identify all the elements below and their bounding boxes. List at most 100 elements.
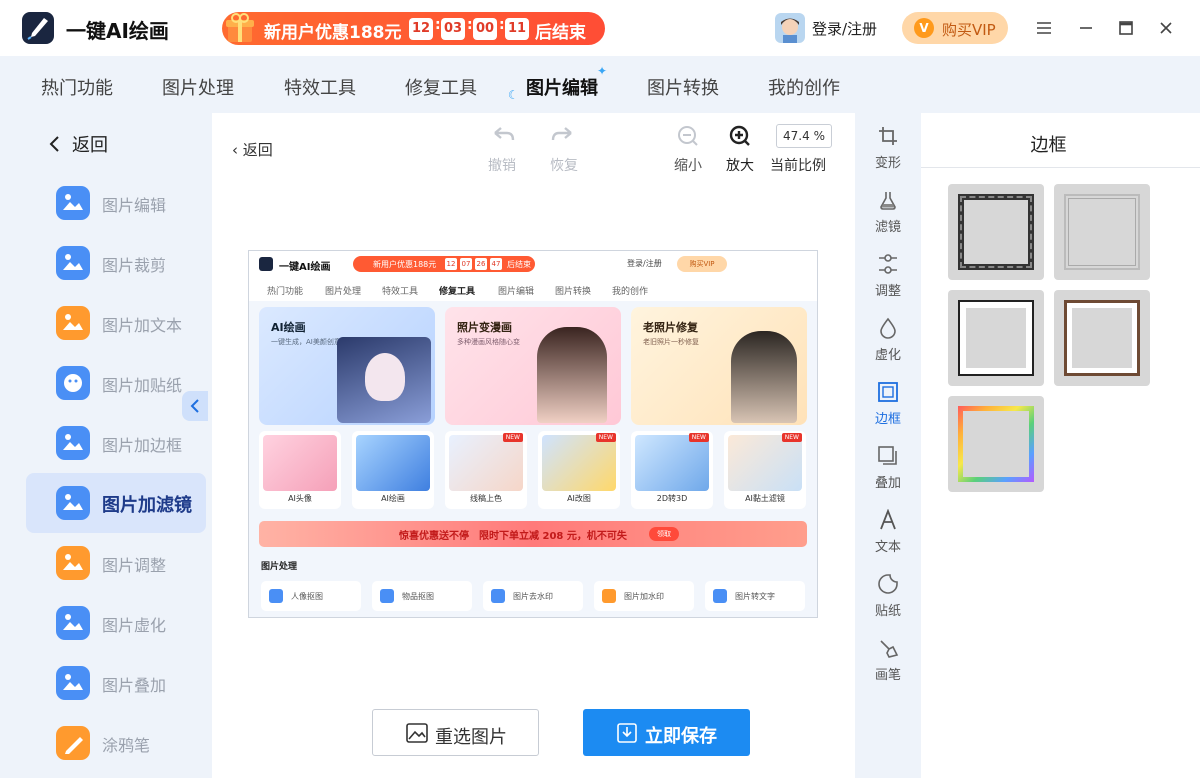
tool-label: 变形 bbox=[874, 156, 901, 171]
tab-my-creations[interactable]: 我的创作 bbox=[768, 74, 840, 100]
sidebar-item-image-blur[interactable]: 图片虚化 bbox=[26, 593, 206, 653]
crop-icon bbox=[56, 246, 90, 280]
promo-end-text: 后结束 bbox=[535, 23, 586, 43]
border-icon bbox=[878, 382, 898, 402]
undo-icon bbox=[494, 127, 515, 141]
tool-adjust[interactable]: 调整 bbox=[860, 245, 916, 301]
tab-image-processing[interactable]: 图片处理 bbox=[162, 74, 234, 100]
top-nav: 热门功能 图片处理 特效工具 修复工具 图片编辑 ✦ ☾ 图片转换 我的创作 bbox=[0, 56, 1200, 113]
redo-button[interactable]: 恢复 bbox=[539, 121, 589, 177]
preview-tool-text: 物品抠图 bbox=[402, 592, 434, 601]
sticker-icon bbox=[878, 574, 898, 594]
close-icon[interactable] bbox=[1152, 14, 1180, 42]
sidebar-item-add-text[interactable]: 图片加文本 bbox=[26, 293, 206, 353]
minimize-icon[interactable] bbox=[1072, 14, 1100, 42]
zoom-in-icon bbox=[729, 125, 750, 146]
preview-tool-card: AI头像 bbox=[259, 431, 341, 509]
preview-countdown: 12 bbox=[445, 258, 457, 270]
preview-tool: 图片加水印 bbox=[594, 581, 694, 611]
sidebar-item-image-edit[interactable]: 图片编辑 bbox=[26, 173, 206, 233]
border-option-rainbow[interactable] bbox=[948, 396, 1044, 492]
image-preview[interactable]: 一键AI绘画 新用户优惠188元 12 07 26 47 后结束 登录/注册 购… bbox=[248, 250, 818, 618]
zoom-in-button[interactable]: 放大 bbox=[715, 121, 765, 177]
tool-filter[interactable]: 滤镜 bbox=[860, 181, 916, 237]
tool-sticker[interactable]: 贴纸 bbox=[860, 565, 916, 621]
maximize-icon[interactable] bbox=[1112, 14, 1140, 42]
save-button[interactable]: 立即保存 bbox=[583, 709, 750, 756]
tab-image-convert[interactable]: 图片转换 bbox=[647, 74, 719, 100]
preview-nav: 热门功能 图片处理 特效工具 修复工具 图片编辑 图片转换 我的创作 bbox=[249, 277, 817, 301]
tool-blur[interactable]: 虚化 bbox=[860, 309, 916, 365]
sidebar-item-add-sticker[interactable]: 图片加贴纸 bbox=[26, 353, 206, 413]
preview-logo-icon bbox=[259, 257, 273, 271]
sidebar-item-add-filter[interactable]: 图片加滤镜 bbox=[26, 473, 206, 533]
sidebar-back-button[interactable]: 返回 bbox=[72, 131, 108, 157]
sidebar-item-doodle-pen[interactable]: 涂鸦笔 bbox=[26, 713, 206, 773]
tool-label: 滤镜 bbox=[874, 220, 901, 235]
sidebar-item-image-adjust[interactable]: 图片调整 bbox=[26, 533, 206, 593]
sidebar-item-label: 图片加文本 bbox=[102, 316, 183, 335]
countdown-seconds: 00 bbox=[473, 18, 497, 40]
tool-brush[interactable]: 画笔 bbox=[860, 629, 916, 685]
tool-label: 调整 bbox=[874, 284, 901, 299]
tool-border[interactable]: 边框 bbox=[860, 373, 916, 429]
sidebar-item-label: 图片编辑 bbox=[102, 196, 167, 215]
chevron-left-icon: ‹ bbox=[232, 141, 243, 159]
undo-label: 撤销 bbox=[488, 158, 516, 174]
pen-icon bbox=[56, 726, 90, 760]
preview-tab: 特效工具 bbox=[382, 287, 419, 297]
border-option-brown[interactable] bbox=[1054, 290, 1150, 386]
title-bar: 一键AI绘画 新用户优惠188元 12 : 03 : 00 : 11 后结束 登… bbox=[0, 0, 1200, 56]
tool-text[interactable]: 文本 bbox=[860, 501, 916, 557]
promo-text: 新用户优惠188元 bbox=[264, 23, 402, 43]
border-option-thin-gray[interactable] bbox=[1054, 184, 1150, 280]
blur-icon bbox=[56, 606, 90, 640]
login-link[interactable]: 登录/注册 bbox=[812, 18, 877, 39]
sidebar-item-image-overlay[interactable]: 图片叠加 bbox=[26, 653, 206, 713]
zoom-ratio-label: 当前比例 bbox=[770, 158, 826, 174]
tab-image-edit[interactable]: 图片编辑 bbox=[526, 74, 598, 100]
sidebar-item-label: 图片裁剪 bbox=[102, 256, 167, 275]
sparkle-icon: ☾ bbox=[508, 88, 519, 102]
zoom-out-label: 缩小 bbox=[674, 158, 702, 174]
avatar[interactable] bbox=[775, 13, 805, 43]
preview-card-title: 照片变漫画 bbox=[457, 321, 512, 334]
flask-icon bbox=[880, 192, 896, 210]
preview-countdown: 07 bbox=[460, 258, 472, 270]
border-panel: 边框 bbox=[921, 113, 1200, 778]
tool-overlay[interactable]: 叠加 bbox=[860, 437, 916, 493]
editor-back-button[interactable]: ‹ 返回 bbox=[232, 139, 273, 160]
promo-banner[interactable]: 新用户优惠188元 12 : 03 : 00 : 11 后结束 bbox=[222, 12, 605, 45]
buy-vip-button[interactable]: V 购买VIP bbox=[902, 12, 1008, 44]
collapse-sidebar-button[interactable] bbox=[182, 391, 208, 421]
preview-card-image bbox=[537, 327, 607, 423]
sidebar-item-add-border[interactable]: 图片加边框 bbox=[26, 413, 206, 473]
app-logo-icon bbox=[22, 12, 54, 44]
download-icon bbox=[617, 723, 637, 743]
crop-icon bbox=[879, 127, 897, 145]
border-option-film[interactable] bbox=[948, 184, 1044, 280]
countdown-colon: : bbox=[435, 17, 441, 33]
preview-promo-end: 后结束 bbox=[507, 260, 531, 269]
vip-icon: V bbox=[914, 18, 934, 38]
preview-tool-text: 图片转文字 bbox=[735, 592, 775, 601]
tab-effect-tools[interactable]: 特效工具 bbox=[284, 74, 356, 100]
preview-tool-text: 图片加水印 bbox=[624, 592, 664, 601]
tab-repair-tools[interactable]: 修复工具 bbox=[405, 74, 477, 100]
chevron-left-icon[interactable] bbox=[48, 135, 62, 153]
tool-transform[interactable]: 变形 bbox=[860, 117, 916, 173]
zoom-ratio-field[interactable]: 47.4 % bbox=[776, 124, 832, 148]
tab-hot-features[interactable]: 热门功能 bbox=[41, 74, 113, 100]
zoom-out-button[interactable]: 缩小 bbox=[663, 121, 713, 177]
reselect-image-button[interactable]: 重选图片 bbox=[372, 709, 539, 756]
preview-tool-text: 图片去水印 bbox=[513, 592, 553, 601]
adjust-icon bbox=[56, 546, 90, 580]
border-option-white-black[interactable] bbox=[948, 290, 1044, 386]
preview-tool-label: AI绘画 bbox=[381, 494, 405, 503]
sticker-icon bbox=[56, 366, 90, 400]
undo-button[interactable]: 撤销 bbox=[477, 121, 527, 177]
vip-label: 购买VIP bbox=[942, 21, 996, 39]
new-badge: NEW bbox=[781, 433, 802, 442]
sidebar-item-image-crop[interactable]: 图片裁剪 bbox=[26, 233, 206, 293]
menu-icon[interactable] bbox=[1030, 14, 1058, 42]
